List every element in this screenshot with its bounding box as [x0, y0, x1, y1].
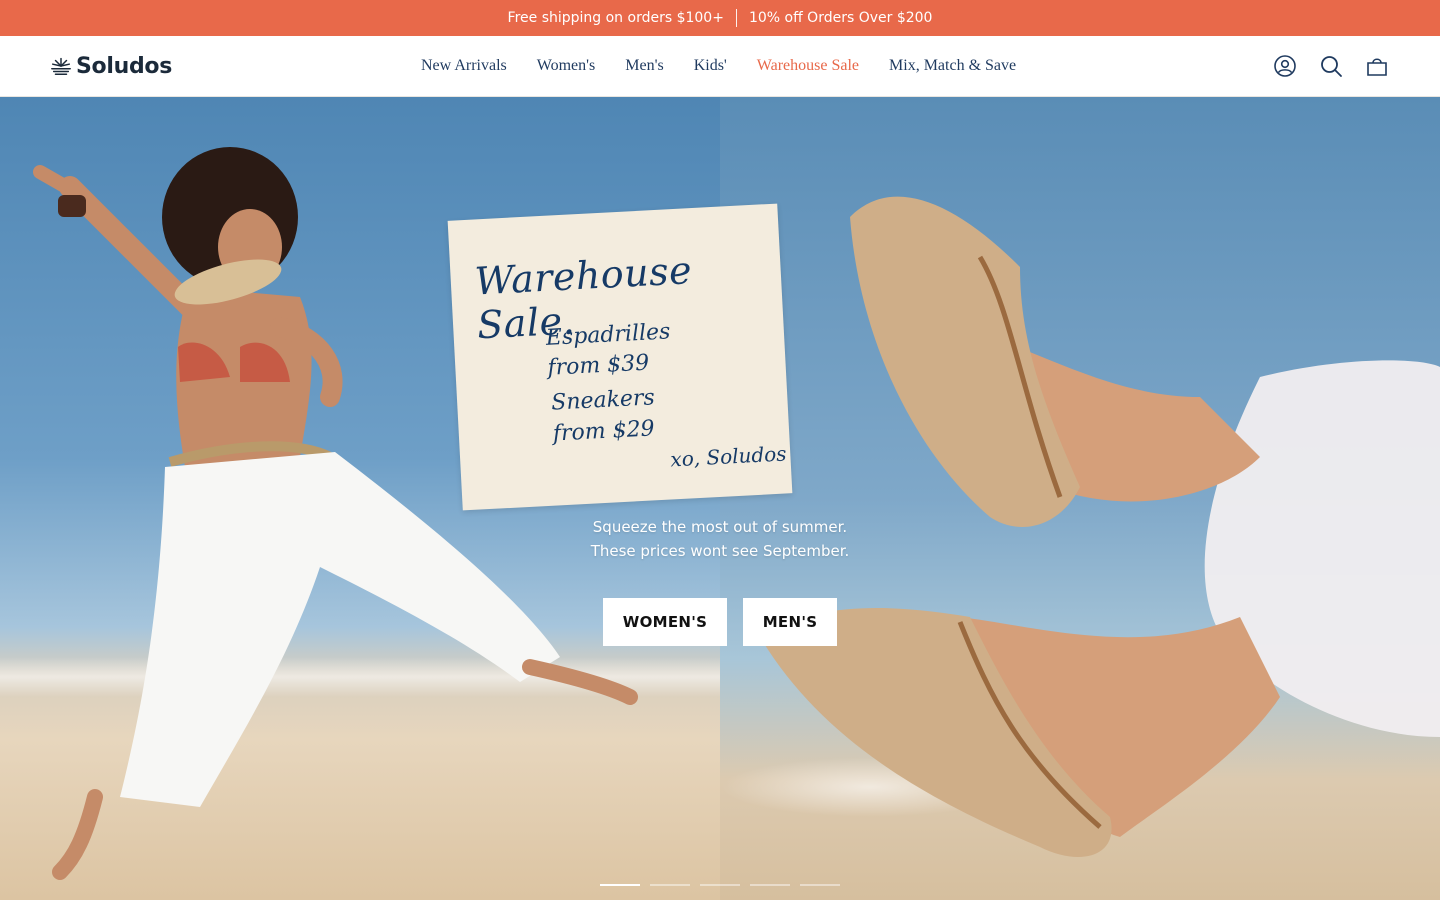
mens-cta-button[interactable]: MEN'S — [743, 598, 837, 646]
note-sneakers-price: from $29 — [552, 416, 656, 447]
hero-banner: Warehouse Sale. Espadrilles from $39 Sne… — [0, 97, 1440, 900]
hero-subtitle-line-2: These prices wont see September. — [590, 542, 850, 560]
hero-subtitle-line-1: Squeeze the most out of summer. — [592, 518, 848, 536]
espadrille-feet-image — [720, 97, 1440, 900]
slide-dot-3[interactable] — [700, 884, 740, 886]
note-signature: xo, Soludos — [669, 441, 788, 472]
note-sneakers: Sneakers — [550, 385, 656, 416]
announcement-discount: 10% off Orders Over $200 — [748, 10, 933, 26]
slide-indicators — [600, 884, 840, 887]
header-icons — [1272, 53, 1390, 79]
nav-warehouse-sale[interactable]: Warehouse Sale — [742, 57, 874, 75]
note-espadrilles-price: from $39 — [546, 350, 650, 381]
search-icon[interactable] — [1318, 53, 1344, 79]
nav-mix-match-save[interactable]: Mix, Match & Save — [874, 57, 1031, 75]
nav-new-arrivals[interactable]: New Arrivals — [406, 57, 522, 75]
logo[interactable]: Soludos — [50, 50, 172, 82]
announcement-bar: Free shipping on orders $100+ 10% off Or… — [0, 0, 1440, 36]
note-espadrilles: Espadrilles — [545, 319, 671, 351]
womens-cta-button[interactable]: WOMEN'S — [603, 598, 727, 646]
slide-dot-2[interactable] — [650, 884, 690, 886]
slide-dot-4[interactable] — [750, 884, 790, 886]
logo-text: Soludos — [76, 53, 173, 79]
nav-mens[interactable]: Men's — [610, 57, 678, 75]
slide-dot-1[interactable] — [600, 884, 640, 886]
site-header: Soludos New Arrivals Women's Men's Kids'… — [0, 36, 1440, 97]
hero-subtitle: Squeeze the most out of summer. These pr… — [0, 515, 1440, 563]
cart-icon[interactable] — [1364, 53, 1390, 79]
nav-kids[interactable]: Kids' — [679, 57, 742, 75]
slide-dot-5[interactable] — [800, 884, 840, 886]
sun-logo-icon — [51, 57, 71, 75]
account-icon[interactable] — [1272, 53, 1298, 79]
main-nav: New Arrivals Women's Men's Kids' Warehou… — [406, 36, 1031, 96]
nav-womens[interactable]: Women's — [522, 57, 610, 75]
announcement-shipping: Free shipping on orders $100+ — [507, 10, 724, 26]
warehouse-sale-note: Warehouse Sale. Espadrilles from $39 Sne… — [447, 203, 793, 511]
